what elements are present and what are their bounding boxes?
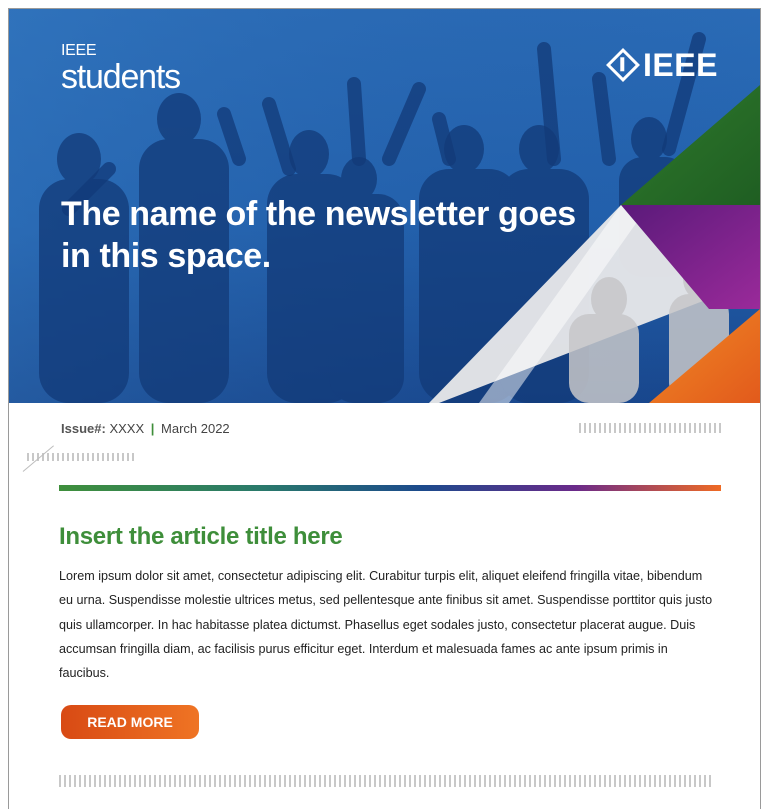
ieee-logo: IEEE xyxy=(606,46,718,83)
tick-decoration-bottom xyxy=(59,775,711,787)
brand-students: students xyxy=(61,58,181,96)
gradient-divider xyxy=(59,485,721,491)
hero-banner: IEEE students IEEE The name of the newsl… xyxy=(9,9,760,403)
issue-line: Issue#: XXXX | March 2022 xyxy=(61,421,230,436)
brand-ieee-small: IEEE xyxy=(61,42,97,59)
ieee-logo-text: IEEE xyxy=(643,46,718,83)
read-more-button[interactable]: READ MORE xyxy=(61,705,199,739)
issue-date: March 2022 xyxy=(161,421,230,436)
issue-separator: | xyxy=(150,421,155,436)
newsletter-page: IEEE students IEEE The name of the newsl… xyxy=(8,8,761,809)
issue-number: XXXX xyxy=(109,421,145,436)
tick-decoration-right xyxy=(579,423,724,433)
article-title: Insert the article title here xyxy=(59,523,343,550)
newsletter-headline: The name of the newsletter goes in this … xyxy=(61,195,576,275)
article-body: Lorem ipsum dolor sit amet, consectetur … xyxy=(59,569,713,681)
issue-label: Issue#: xyxy=(61,421,106,436)
ieee-diamond-icon xyxy=(606,48,640,82)
